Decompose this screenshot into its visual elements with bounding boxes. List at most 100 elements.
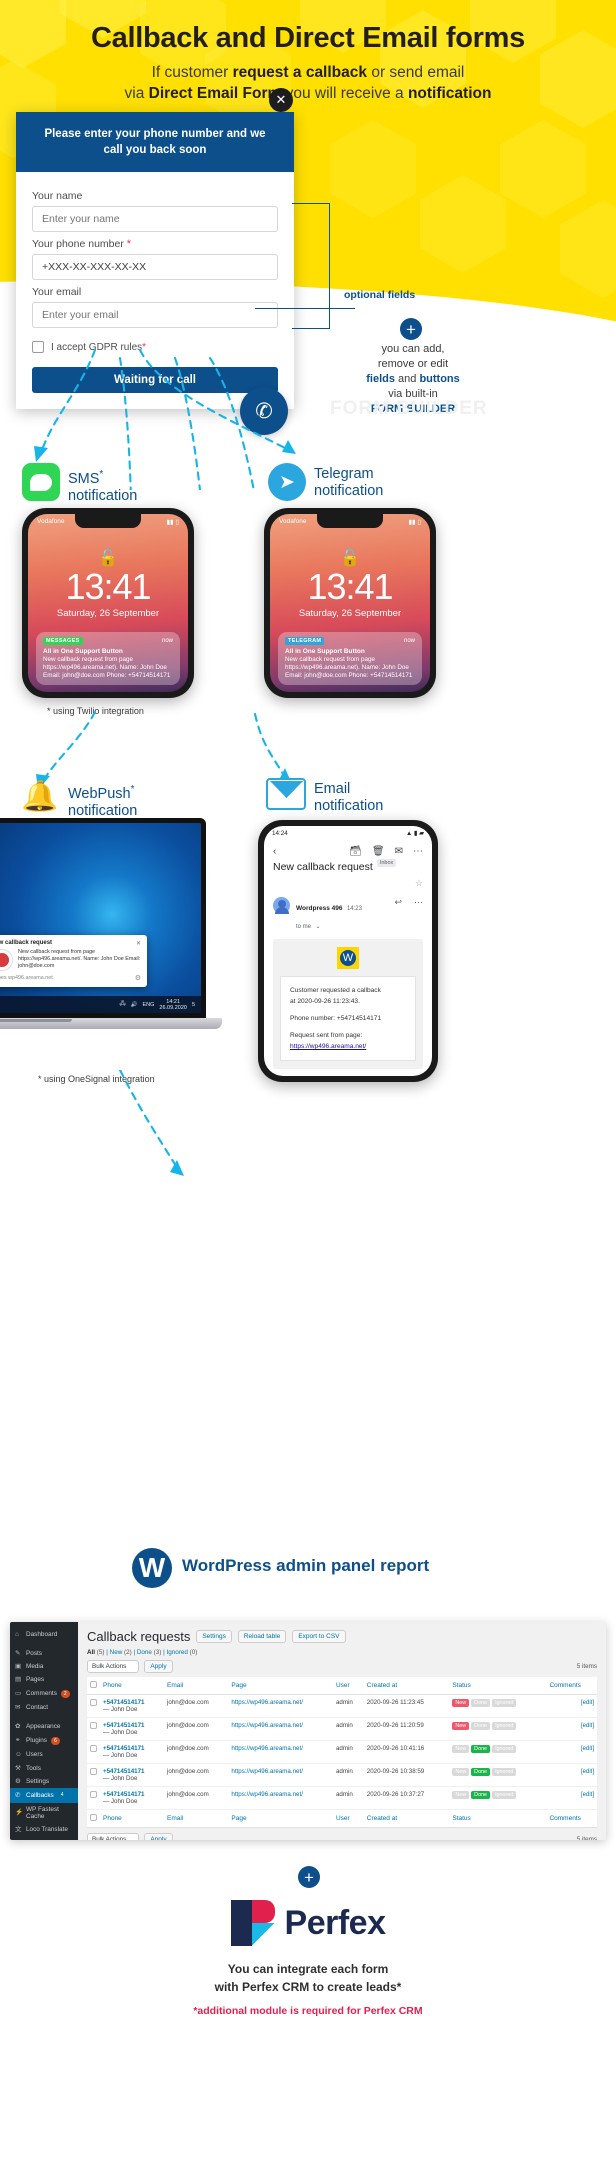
row-checkbox[interactable] [90,1699,97,1706]
sidebar-item-plugins[interactable]: ⚭ Plugins 6 [10,1734,78,1748]
sidebar-item-loco-translate[interactable]: 文 Loco Translate [10,1823,78,1836]
table-row[interactable]: +54714514171— John Doe john@doe.com http… [87,1694,597,1718]
reload-table-button[interactable]: Reload table [237,1630,287,1643]
table-row[interactable]: +54714514171— John Doe john@doe.com http… [87,1717,597,1741]
footer-column-comments[interactable]: Comments [546,1809,597,1828]
edit-link[interactable]: [edit] [581,1723,594,1729]
select-all-checkbox[interactable] [90,1681,97,1688]
column-status[interactable]: Status [449,1677,547,1695]
status-new[interactable]: New [452,1791,470,1799]
table-row[interactable]: +54714514171— John Doe john@doe.com http… [87,1740,597,1764]
sidebar-item-appearance[interactable]: ✿ Appearance [10,1720,78,1733]
close-icon[interactable]: ✕ [136,940,141,947]
mail-icon[interactable]: ✉ [395,846,403,857]
status-ignored[interactable]: Ignored [492,1791,517,1799]
settings-button[interactable]: Settings [196,1630,232,1643]
page-link[interactable]: https://wp496.areama.net/ [231,1722,303,1729]
trash-icon[interactable]: 🗑 [372,846,385,857]
edit-link[interactable]: [edit] [581,1700,594,1706]
row-checkbox[interactable] [90,1791,97,1798]
star-icon[interactable]: ☆ [415,878,423,888]
more-icon[interactable]: ⋯ [414,897,423,908]
taskbar-network-icon[interactable]: 🖧 [119,1000,125,1009]
row-checkbox-cell[interactable] [87,1717,100,1741]
webpush-toast[interactable]: New callback request ✕ New callback requ… [0,935,147,987]
sidebar-item-wp-fastest-cache[interactable]: ⚡ WP Fastest Cache [10,1803,78,1823]
row-checkbox[interactable] [90,1768,97,1775]
sidebar-item-comments[interactable]: ▭ Comments 2 [10,1687,78,1701]
select-all-checkbox[interactable] [90,1814,97,1821]
row-checkbox-cell[interactable] [87,1763,100,1787]
phone-input[interactable] [32,254,278,280]
status-ignored[interactable]: Ignored [492,1768,517,1776]
more-icon[interactable]: ⋯ [413,846,423,857]
footer-column-phone[interactable]: Phone [100,1809,165,1828]
row-checkbox-cell[interactable] [87,1694,100,1718]
page-link[interactable]: https://wp496.areama.net/ [231,1791,303,1798]
filter-ignored[interactable]: Ignored [167,1649,188,1656]
sidebar-item-settings[interactable]: ⚙ Settings [10,1775,78,1788]
sidebar-item-media[interactable]: ▣ Media [10,1660,78,1673]
phone-link[interactable]: +54714514171 [103,1768,144,1775]
footer-column-email[interactable]: Email [164,1809,229,1828]
sidebar-item-tools[interactable]: ⚒ Tools [10,1761,78,1774]
status-new[interactable]: New [452,1722,470,1730]
sidebar-item-callbacks[interactable]: ✆ Callbacks 4 [10,1788,78,1803]
reply-icon[interactable]: ↩ [394,897,402,908]
gear-icon[interactable]: ⚙ [135,974,141,982]
bulk-actions-select-footer[interactable]: Bulk Actions [87,1833,140,1840]
row-checkbox-cell[interactable] [87,1786,100,1810]
notification-card-sms[interactable]: MESSAGES now All in One Support Button N… [36,632,180,685]
footer-column-created[interactable]: Created at [363,1809,450,1828]
column-comments[interactable]: Comments [546,1677,597,1695]
phone-link[interactable]: +54714514171 [103,1791,144,1798]
column-email[interactable]: Email [164,1677,229,1695]
sidebar-item-users[interactable]: ☺ Users [10,1748,78,1761]
select-all-header[interactable] [87,1677,100,1695]
column-page[interactable]: Page [228,1677,333,1695]
export-csv-button[interactable]: Export to CSV [292,1630,346,1643]
close-icon[interactable]: ✕ [269,88,293,112]
page-link[interactable]: https://wp496.areama.net/ [231,1699,303,1706]
status-done[interactable]: Done [471,1722,491,1730]
sidebar-item-pages[interactable]: ▤ Pages [10,1673,78,1686]
edit-link[interactable]: [edit] [581,1769,594,1775]
page-link[interactable]: https://wp496.areama.net/ [231,1745,303,1752]
name-input[interactable] [32,206,278,232]
footer-column-user[interactable]: User [332,1809,364,1828]
status-done[interactable]: Done [471,1791,491,1799]
status-done[interactable]: Done [471,1699,491,1707]
phone-link[interactable]: +54714514171 [103,1722,144,1729]
bulk-actions-select[interactable]: Bulk Actions [87,1660,140,1673]
status-new[interactable]: New [452,1768,470,1776]
chevron-down-icon[interactable]: ⌄ [315,924,320,930]
notification-card-telegram[interactable]: TELEGRAM now All in One Support Button N… [278,632,422,685]
table-row[interactable]: +54714514171— John Doe john@doe.com http… [87,1763,597,1787]
taskbar-lang[interactable]: ENG [142,1002,154,1008]
row-checkbox[interactable] [90,1722,97,1729]
edit-link[interactable]: [edit] [581,1746,594,1752]
edit-link[interactable]: [edit] [581,1792,594,1798]
taskbar-volume-icon[interactable]: 🔊 [131,1002,138,1008]
email-recipient[interactable]: to me [296,924,311,930]
table-row[interactable]: +54714514171— John Doe john@doe.com http… [87,1786,597,1810]
page-link[interactable]: https://wp496.areama.net/ [231,1768,303,1775]
status-ignored[interactable]: Ignored [492,1745,517,1753]
filter-all[interactable]: All [87,1649,95,1656]
status-done[interactable]: Done [471,1745,491,1753]
email-body-link[interactable]: https://wp496.areama.net/ [290,1043,366,1050]
column-created[interactable]: Created at [363,1677,450,1695]
apply-button[interactable]: Apply [144,1660,173,1673]
filter-done[interactable]: Done [137,1649,152,1656]
status-new[interactable]: New [452,1699,470,1707]
sidebar-item-dashboard[interactable]: ⌂ Dashboard [10,1628,78,1641]
footer-column-page[interactable]: Page [228,1809,333,1828]
sidebar-item-posts[interactable]: ✎ Posts [10,1646,78,1659]
column-user[interactable]: User [332,1677,364,1695]
phone-link[interactable]: +54714514171 [103,1699,144,1706]
sidebar-item-contact[interactable]: ✉ Contact [10,1701,78,1714]
back-arrow-icon[interactable]: ‹ [273,846,276,857]
archive-icon[interactable]: 🗃 [349,846,362,857]
select-all-footer[interactable] [87,1809,100,1828]
status-new[interactable]: New [452,1745,470,1753]
